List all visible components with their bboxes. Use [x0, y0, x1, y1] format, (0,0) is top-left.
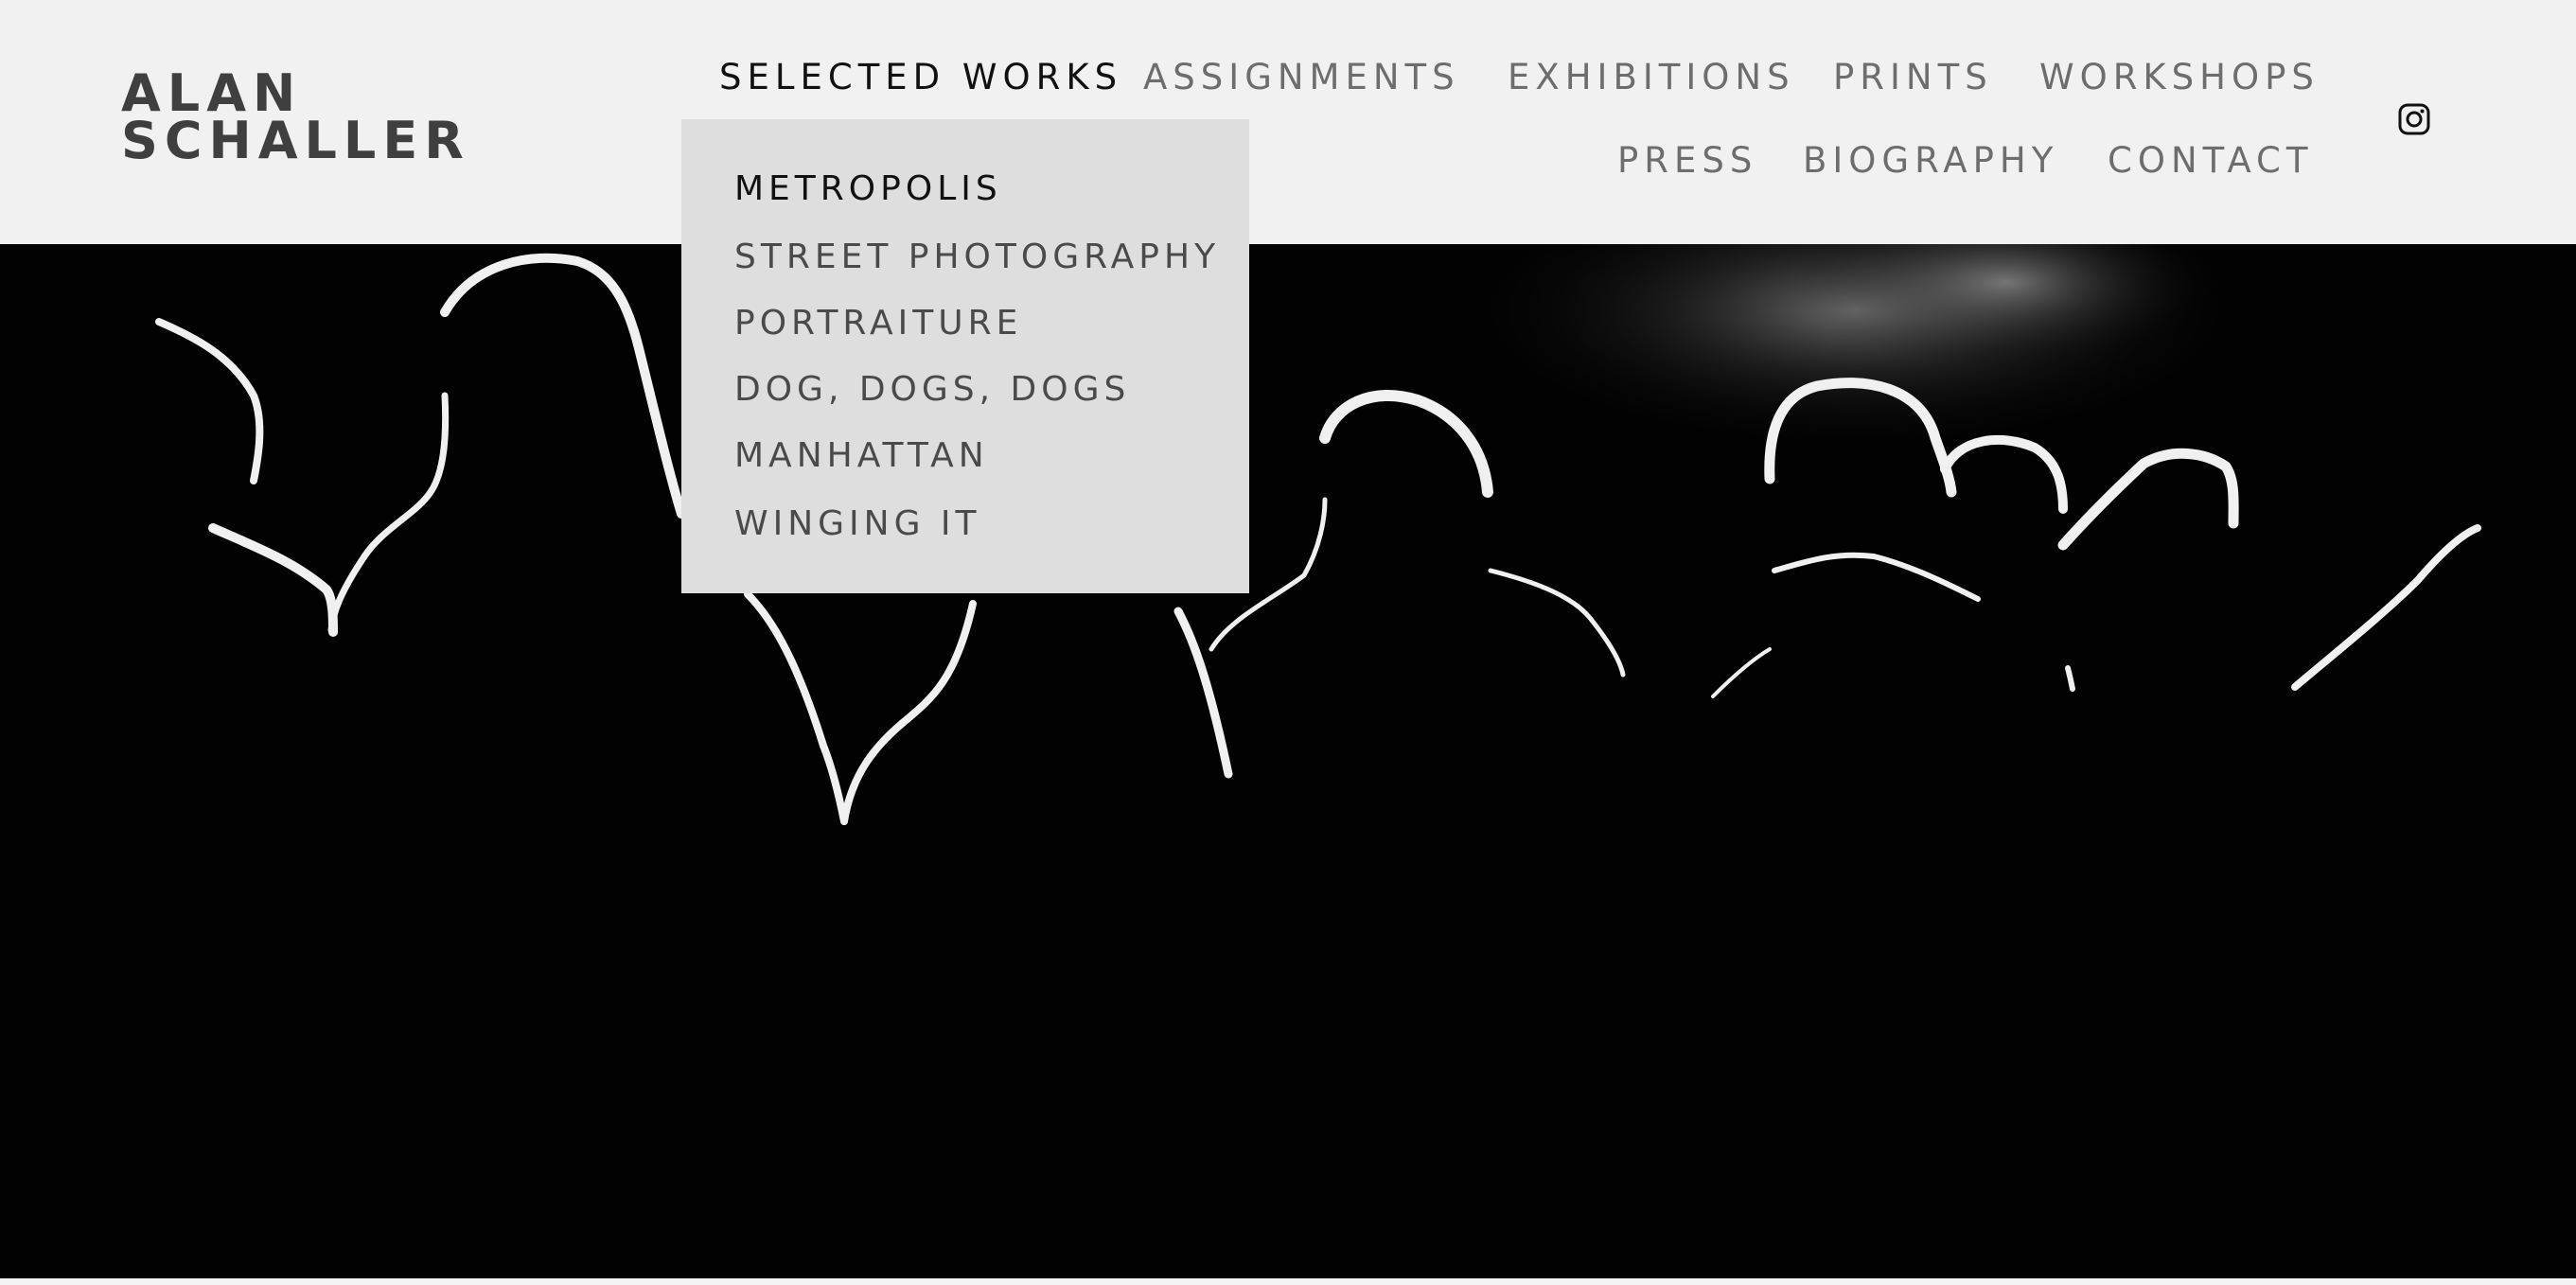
hero-photo	[0, 244, 2576, 1278]
dropdown-item-dog-dogs-dogs[interactable]: DOG, DOGS, DOGS	[734, 369, 1130, 411]
dropdown-item-portraiture[interactable]: PORTRAITURE	[734, 303, 1022, 344]
nav-selected-works[interactable]: SELECTED WORKS	[719, 57, 1122, 98]
site-logo[interactable]: ALAN SCHALLER	[121, 68, 470, 170]
bottom-edge	[0, 1278, 2576, 1285]
hero-photo-image	[0, 244, 2576, 1278]
selected-works-dropdown: METROPOLIS STREET PHOTOGRAPHY PORTRAITUR…	[681, 119, 1249, 593]
nav-exhibitions[interactable]: EXHIBITIONS	[1508, 57, 1795, 98]
dropdown-item-street-photography[interactable]: STREET PHOTOGRAPHY	[734, 237, 1220, 278]
instagram-icon[interactable]	[2398, 103, 2430, 135]
nav-workshops[interactable]: WORKSHOPS	[2039, 57, 2320, 98]
dropdown-item-manhattan[interactable]: MANHATTAN	[734, 435, 989, 477]
page: ALAN SCHALLER SELECTED WORKS ASSIGNMENTS…	[0, 0, 2576, 1285]
dropdown-item-metropolis[interactable]: METROPOLIS	[734, 168, 1002, 210]
nav-contact[interactable]: CONTACT	[2108, 140, 2313, 182]
logo-line-2: SCHALLER	[121, 111, 470, 170]
dropdown-item-winging-it[interactable]: WINGING IT	[734, 503, 981, 545]
nav-biography[interactable]: BIOGRAPHY	[1803, 140, 2058, 182]
nav-prints[interactable]: PRINTS	[1833, 57, 1993, 98]
nav-press[interactable]: PRESS	[1617, 140, 1757, 182]
nav-assignments[interactable]: ASSIGNMENTS	[1143, 57, 1460, 98]
site-header: ALAN SCHALLER SELECTED WORKS ASSIGNMENTS…	[0, 0, 2576, 244]
